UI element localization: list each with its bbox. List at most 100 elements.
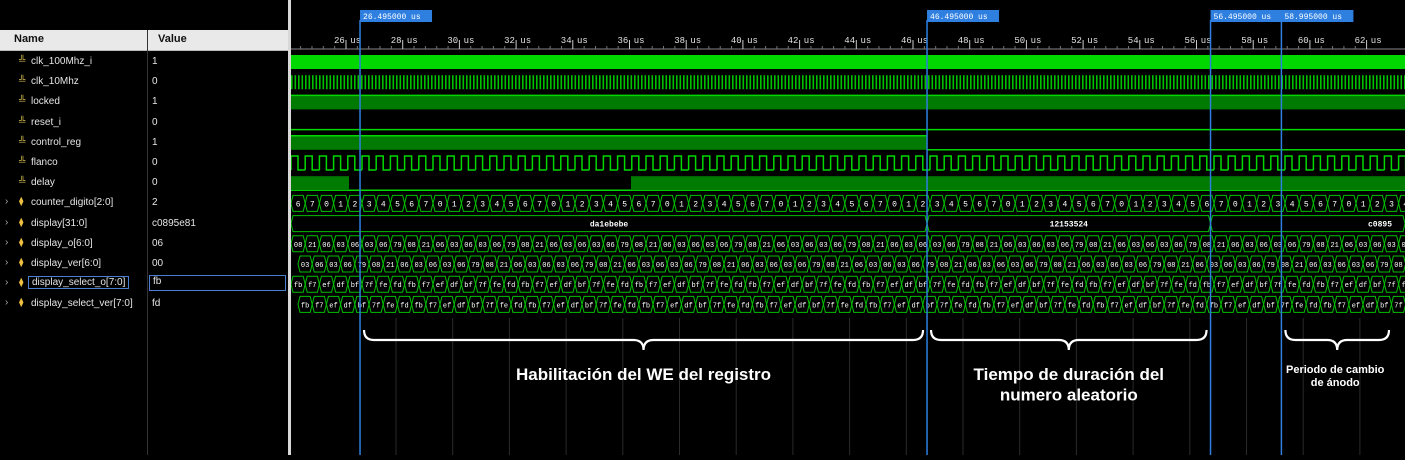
bus-cell-value: bf [1153,302,1161,310]
clk-10mhz-pulse [683,75,685,90]
signal-row[interactable]: › ⧫ display[31:0] c0895e81 [0,214,288,234]
bus-cell-value: 5 [736,200,741,209]
clk-10mhz-pulse [921,75,923,90]
expand-chevron-icon[interactable]: › [5,237,8,248]
clk-10mhz-pulse [1320,75,1322,90]
bus-cell-value: f7 [1337,302,1345,310]
clk-10mhz-pulse [861,75,864,90]
clk-10mhz-pulse [1229,75,1231,90]
clk-10mhz-pulse [1029,75,1032,90]
expand-chevron-icon[interactable]: › [5,297,8,308]
signal-row[interactable]: › ⧫ display_select_ver[7:0] fd [0,294,288,314]
clk-10mhz-pulse [1236,75,1238,90]
bus-cell-value: 7f [372,302,380,310]
clk-10mhz-pulse [802,75,804,90]
bus-cell-value: 06 [1061,242,1069,250]
clk-10mhz-pulse [1001,75,1004,90]
bus-cell-value: 03 [365,242,373,250]
bus-cell-value: ef [443,302,451,310]
name-column-header[interactable]: Name [14,33,44,45]
bus-cell-value: 06 [769,262,777,270]
signal-row[interactable]: ╩ clk_100Mhz_i 1 [0,52,288,72]
bus-cell-value: fe [493,282,501,290]
bus-cell-value: f7 [315,302,323,310]
clk-10mhz-pulse [732,75,734,90]
bus-cell-value: 03 [592,242,600,250]
bus-cell-value: 06 [1146,242,1154,250]
clk-10mhz-pulse [1400,75,1403,90]
bus-cell-value: bf [351,282,359,290]
anode-period-brace [1284,329,1391,351]
bus-cell-value: fe [606,282,614,290]
clk-10mhz-pulse [840,75,843,90]
signal-name: display_o[6:0] [31,237,93,249]
signal-row[interactable]: ╩ reset_i 0 [0,113,288,133]
bus-cell-value: fd [855,302,863,310]
bus-cell-value: 79 [1039,262,1047,270]
clk-10mhz-pulse [501,75,503,90]
bus-cell-value: 6 [750,200,755,209]
flanco-pulse [1142,155,1158,171]
bus-cell-value: f7 [876,282,884,290]
clk-10mhz-pulse [847,75,850,90]
clk-10mhz-pulse [557,75,559,90]
clk-10mhz-pulse [935,75,937,90]
bus-cell-value: df [1025,302,1033,310]
clk-10mhz-pulse [928,75,930,90]
signal-row[interactable]: › ⧫ display_o[6:0] 06 [0,234,288,254]
clk-10mhz-pulse [410,75,412,90]
bus-cell-value: f7 [762,282,770,290]
bus-cell-value: 5 [1190,200,1195,209]
bus-cell-value: fd [1302,282,1310,290]
flanco-pulse [290,155,306,171]
bus-cell-value: 06 [798,262,806,270]
clk-10mhz-pulse [679,75,682,90]
bus-cell-value: df [457,302,465,310]
signal-row[interactable]: ╩ clk_10Mhz 0 [0,72,288,92]
bus-cell-value: 06 [429,262,437,270]
expand-chevron-icon[interactable]: › [5,217,8,228]
bus-cell-value: df [677,282,685,290]
bus-cell-value: 03 [791,242,799,250]
signal-row[interactable]: ╩ locked 1 [0,92,288,112]
signal-row[interactable]: › ⧫ display_ver[6:0] 00 [0,254,288,274]
expand-chevron-icon[interactable]: › [5,277,8,288]
clk-10mhz-pulse [984,75,986,90]
clk-10mhz-pulse [546,75,549,90]
clk-10mhz-pulse [665,75,668,90]
expand-chevron-icon[interactable]: › [5,196,8,207]
signal-name: display_ver[6:0] [31,258,102,269]
bus-cell-value: f7 [542,302,550,310]
bus-cell-value: f7 [535,282,543,290]
signal-row[interactable]: › ⧫ counter_digito[2:0] 2 [0,193,288,213]
signal-row[interactable]: ╩ delay 0 [0,173,288,193]
bus-cell-value: 03 [784,262,792,270]
clk-10mhz-pulse [1390,75,1392,90]
clk-10mhz-pulse [483,75,486,90]
value-column-header[interactable]: Value [158,33,187,45]
clk-10mhz-pulse [767,75,769,90]
bus-cell-value: 6 [1318,200,1323,209]
clk-10mhz-pulse [784,75,787,90]
flanco-pulse [971,155,987,171]
waveform-area[interactable]: 26 us 28 us 30 us 32 us 34 us 36 us 38 us 40 us… [290,0,1405,455]
bus-cell-value: 4 [722,200,727,209]
bus-cell-value: bf [691,282,699,290]
signal-row[interactable]: ╩ flanco 0 [0,153,288,173]
bus-cell-value: 4 [1176,200,1181,209]
signal-row[interactable]: › ⧫ display_select_o[7:0] fb [0,274,288,294]
signal-row[interactable]: ╩ control_reg 1 [0,133,288,153]
bus-cell-value: fe [1068,302,1076,310]
bus-cell-value: fd [514,302,522,310]
bus-cell-value: 5 [1077,200,1082,209]
flanco-pulse [560,155,575,171]
flanco-pulse [588,155,604,171]
clk-10mhz-pulse [1092,75,1095,90]
clk-10mhz-pulse [1068,75,1070,90]
bus-cell-value: df [564,282,572,290]
bus-cell-value: df [791,282,799,290]
clk-10mhz-pulse [1166,75,1168,90]
clk-10mhz-pulse [319,75,321,90]
expand-chevron-icon[interactable]: › [5,257,8,268]
clk-10mhz-pulse [896,75,899,90]
